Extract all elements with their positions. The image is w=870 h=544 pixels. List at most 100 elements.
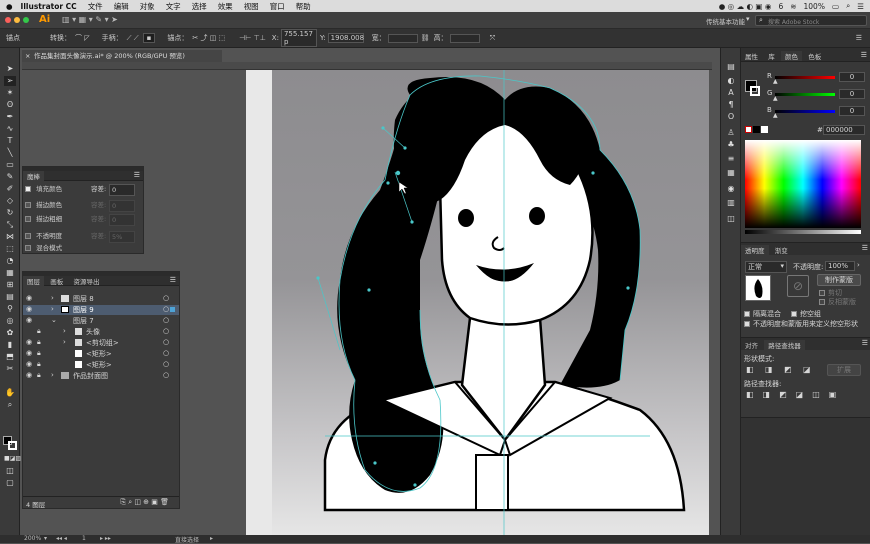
- panel-menu-icon[interactable]: ☰: [170, 276, 176, 284]
- target-circle-icon[interactable]: ○: [163, 327, 169, 335]
- fill-tolerance-field[interactable]: 0: [109, 184, 135, 196]
- image-trace-icon[interactable]: ◫: [725, 214, 737, 224]
- appearance-icon[interactable]: ◉: [725, 184, 737, 194]
- layer-row-selected[interactable]: ◉ › 图层 9 ○: [23, 305, 179, 315]
- layer-row[interactable]: ◉ ⌄ 图层 7 ○: [23, 316, 179, 326]
- spectrum-strip[interactable]: [745, 230, 861, 234]
- black-swatch[interactable]: [753, 126, 760, 133]
- tab-gradient[interactable]: 渐变: [771, 245, 792, 255]
- magic-wand-tab[interactable]: 魔棒: [23, 171, 44, 181]
- artboard-number[interactable]: 1: [82, 535, 86, 542]
- expand-chevron-icon[interactable]: ›: [51, 305, 54, 313]
- blend-mode-select[interactable]: 正常 ▾: [745, 261, 787, 273]
- g-field[interactable]: 0: [839, 89, 865, 99]
- invert-mask-checkbox[interactable]: 反相蒙版: [819, 297, 856, 307]
- tab-libraries[interactable]: 库: [764, 51, 779, 61]
- visibility-eye-icon[interactable]: ◉: [26, 349, 32, 357]
- stroke-color-tolerance-field[interactable]: 0: [109, 200, 135, 212]
- panel-menu-icon[interactable]: ☰: [134, 171, 140, 179]
- expand-button[interactable]: 扩展: [827, 364, 861, 376]
- zoom-chevron-icon[interactable]: ▾: [44, 535, 47, 542]
- target-circle-icon[interactable]: ○: [163, 371, 169, 379]
- tab-align[interactable]: 对齐: [741, 340, 762, 350]
- expand-chevron-icon[interactable]: ›: [63, 338, 66, 346]
- opacity-chevron-icon[interactable]: ›: [857, 261, 860, 269]
- tab-layers[interactable]: 图层: [23, 276, 44, 286]
- paragraph-icon[interactable]: ¶: [725, 100, 737, 110]
- artboard-nav-icons[interactable]: ◂◂ ◂: [56, 535, 67, 542]
- opacity-checkbox[interactable]: [25, 233, 31, 239]
- target-circle-icon[interactable]: ○: [163, 316, 169, 324]
- visibility-eye-icon[interactable]: ◉: [26, 305, 32, 313]
- visibility-eye-icon[interactable]: ◉: [26, 294, 32, 302]
- gradient-icon[interactable]: ▦: [725, 168, 737, 178]
- graphic-styles-icon[interactable]: ▥: [725, 198, 737, 208]
- r-field[interactable]: 0: [839, 72, 865, 82]
- stroke-color-checkbox[interactable]: [25, 202, 31, 208]
- color-spectrum[interactable]: [745, 140, 861, 228]
- exclude-icon[interactable]: ◪: [803, 365, 811, 374]
- unite-icon[interactable]: ◧: [746, 365, 754, 374]
- g-slider[interactable]: [775, 93, 835, 96]
- tab-color[interactable]: 颜色: [780, 51, 802, 61]
- character-icon[interactable]: A: [725, 88, 737, 98]
- status-chevron-icon[interactable]: ▸: [210, 535, 213, 542]
- artboard-nav-icons-right[interactable]: ▸ ▸▸: [100, 535, 111, 542]
- expand-chevron-icon[interactable]: ›: [51, 294, 54, 302]
- stroke-indicator[interactable]: [750, 86, 760, 96]
- lock-icon[interactable]: 🔒︎: [37, 338, 41, 347]
- panel-menu-icon[interactable]: ☰: [861, 51, 867, 59]
- expand-chevron-icon[interactable]: ›: [63, 327, 66, 335]
- opacity-field[interactable]: 100%: [825, 261, 855, 271]
- panel-menu-icon[interactable]: ☰: [862, 244, 868, 252]
- symbols-icon[interactable]: ♣: [725, 140, 737, 150]
- visibility-eye-icon[interactable]: ◉: [26, 360, 32, 368]
- stroke-icon[interactable]: ≡: [725, 154, 737, 164]
- blend-mode-checkbox[interactable]: [25, 245, 31, 251]
- tab-swatches[interactable]: 色板: [804, 51, 825, 61]
- visibility-eye-icon[interactable]: ◉: [26, 371, 32, 379]
- target-circle-icon[interactable]: ○: [163, 305, 169, 313]
- target-circle-icon[interactable]: ○: [163, 338, 169, 346]
- hex-field[interactable]: 000000: [823, 125, 865, 135]
- layer-row[interactable]: ◉ › 图层 8 ○: [23, 294, 179, 304]
- panel-menu-icon[interactable]: ☰: [862, 339, 868, 347]
- intersect-icon[interactable]: ◩: [784, 365, 792, 374]
- isolate-blend-checkbox[interactable]: 隔离混合: [744, 309, 781, 319]
- expand-chevron-icon[interactable]: ›: [51, 371, 54, 379]
- pathfinder-ops-icons[interactable]: ◧◨◩◪◫▣: [746, 390, 845, 399]
- sublayer-row[interactable]: ◉ 🔒︎ <矩形> ○: [23, 349, 179, 359]
- lock-icon[interactable]: 🔒︎: [37, 371, 41, 380]
- expand-chevron-icon[interactable]: ⌄: [51, 316, 57, 324]
- b-field[interactable]: 0: [839, 106, 865, 116]
- color-icon[interactable]: ◐: [725, 76, 737, 86]
- target-circle-icon[interactable]: ○: [163, 360, 169, 368]
- layer-footer-icons[interactable]: ⎘ ⌕ ◫ ⊕ ▣ 🗑︎: [120, 498, 169, 507]
- b-slider-handle[interactable]: ▲: [773, 112, 778, 119]
- layer-row[interactable]: ◉ 🔒︎ › 作品封面图 ○: [23, 371, 179, 381]
- selection-indicator[interactable]: [170, 307, 175, 312]
- target-circle-icon[interactable]: ○: [163, 294, 169, 302]
- make-mask-button[interactable]: 制作蒙版: [817, 274, 861, 286]
- properties-icon[interactable]: ▤: [725, 62, 737, 72]
- sublayer-row[interactable]: ◉ 🔒︎ <矩形> ○: [23, 360, 179, 370]
- tab-properties[interactable]: 属性: [741, 51, 762, 61]
- visibility-eye-icon[interactable]: ◉: [26, 316, 32, 324]
- r-slider[interactable]: [775, 76, 835, 79]
- opacity-tolerance-field[interactable]: 5%: [109, 231, 135, 243]
- tab-artboards[interactable]: 画板: [46, 276, 67, 286]
- tab-pathfinder[interactable]: 路径查找器: [764, 340, 805, 350]
- target-circle-icon[interactable]: ○: [163, 349, 169, 357]
- zoom-select[interactable]: 200%: [24, 535, 41, 542]
- r-slider-handle[interactable]: ▲: [773, 78, 778, 85]
- b-slider[interactable]: [775, 110, 835, 113]
- none-color-swatch[interactable]: [745, 126, 752, 133]
- lock-icon[interactable]: 🔒︎: [37, 327, 41, 336]
- lock-icon[interactable]: 🔒︎: [37, 349, 41, 358]
- stroke-weight-tolerance-field[interactable]: 0: [109, 214, 135, 226]
- opentype-icon[interactable]: O: [725, 112, 737, 122]
- sublayer-row[interactable]: ◉ 🔒︎ › <剪切组> ○: [23, 338, 179, 348]
- stroke-weight-checkbox[interactable]: [25, 216, 31, 222]
- lock-icon[interactable]: 🔒︎: [37, 360, 41, 369]
- white-swatch[interactable]: [761, 126, 768, 133]
